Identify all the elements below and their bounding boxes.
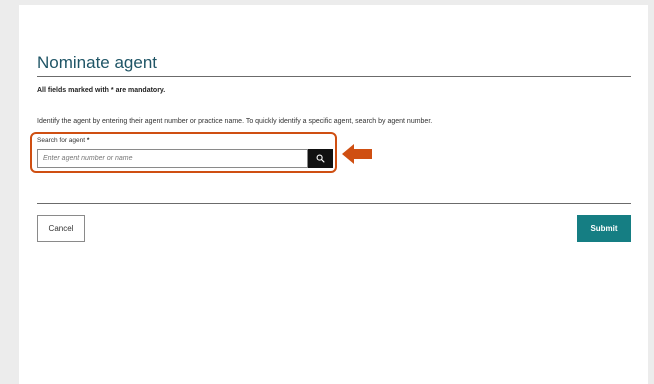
search-icon	[316, 154, 325, 163]
search-label-text: Search for agent	[37, 137, 86, 144]
page-title: Nominate agent	[37, 53, 158, 72]
title-divider	[37, 76, 631, 77]
instructions-text: Identify the agent by entering their age…	[37, 118, 433, 125]
cancel-button[interactable]: Cancel	[37, 215, 85, 242]
search-label: Search for agent *	[37, 137, 89, 144]
mandatory-note: All fields marked with * are mandatory.	[37, 87, 166, 94]
left-arrow-icon	[342, 144, 372, 164]
required-marker: *	[86, 137, 90, 144]
search-input[interactable]	[37, 149, 308, 168]
search-button[interactable]	[308, 149, 333, 168]
submit-button[interactable]: Submit	[577, 215, 631, 242]
actions-divider	[37, 203, 631, 204]
nominate-agent-panel: Nominate agent All fields marked with * …	[19, 5, 648, 384]
